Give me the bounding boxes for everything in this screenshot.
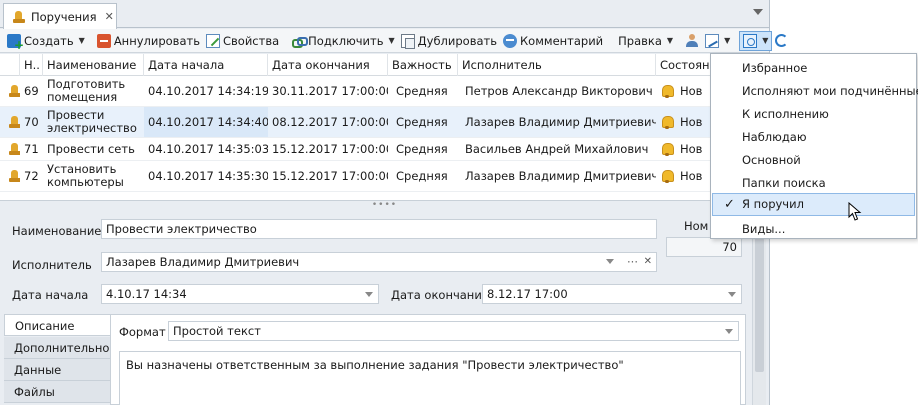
sign-button[interactable]: ▼ — [702, 31, 733, 51]
properties-button[interactable]: Свойства — [203, 31, 282, 51]
user-button[interactable] — [682, 31, 702, 51]
header-executor[interactable]: Исполнитель — [458, 54, 656, 76]
format-dropdown-icon[interactable] — [725, 329, 733, 334]
tab-tasks[interactable]: Поручения ✕ — [3, 3, 117, 29]
duplicate-button[interactable]: Дублировать — [398, 31, 500, 51]
header-icon-column — [0, 54, 20, 76]
start-date-dropdown-icon[interactable] — [365, 292, 373, 297]
close-tab-icon[interactable]: ✕ — [105, 10, 114, 23]
executor-label: Исполнитель — [12, 258, 92, 272]
connect-button[interactable]: Подключить ▼ — [288, 31, 398, 51]
table-row[interactable]: 71 Провести сеть 04.10.2017 14:35:03 15.… — [0, 138, 769, 161]
details-tabs: Описание Дополнительно Данные Файлы — [4, 314, 110, 405]
toolbar: Создать ▼ Аннулировать Свойства Подключи… — [0, 29, 789, 53]
tab-title: Поручения — [31, 9, 97, 24]
menu-item-views[interactable]: Виды... — [712, 218, 915, 241]
tab-description[interactable]: Описание — [4, 314, 110, 336]
task-hand-icon — [4, 161, 20, 191]
menu-item-favorites[interactable]: Избранное — [712, 57, 915, 80]
chevron-down-icon: ▼ — [666, 36, 674, 45]
task-hand-icon — [4, 107, 20, 137]
table-row[interactable]: 69 Подготовить помещения 04.10.2017 14:3… — [0, 76, 769, 107]
executor-value: Лазарев Владимир Дмитриевич — [106, 255, 300, 269]
end-date-label: Дата окончания — [391, 288, 489, 302]
task-hand-icon — [4, 76, 20, 106]
executor-more-icon[interactable]: ··· — [627, 253, 638, 271]
comment-button[interactable]: Комментарий — [500, 31, 606, 51]
mouse-cursor-icon — [848, 202, 862, 221]
table-row[interactable]: 72 Установить компьютеры 04.10.2017 14:3… — [0, 161, 769, 192]
menu-item-search-folders[interactable]: Папки поиска — [712, 172, 915, 195]
start-date-field[interactable]: 4.10.17 14:34 — [101, 284, 379, 304]
menu-item-main[interactable]: Основной — [712, 149, 915, 172]
properties-icon — [205, 33, 220, 48]
tab-additional[interactable]: Дополнительно — [4, 337, 110, 359]
tab-files[interactable]: Файлы — [4, 381, 110, 403]
executor-clear-icon[interactable]: ✕ — [644, 253, 652, 271]
chevron-down-icon: ▼ — [388, 36, 395, 45]
views-button[interactable]: ▼ — [739, 30, 773, 51]
chevron-down-icon: ▼ — [78, 36, 85, 45]
refresh-icon — [775, 34, 789, 47]
tab-list-dropdown-icon[interactable] — [753, 9, 763, 15]
views-dropdown-menu: Избранное Исполняют мои подчинённые К ис… — [710, 53, 918, 241]
menu-item-subordinates[interactable]: Исполняют мои подчинённые — [712, 80, 918, 103]
chevron-down-icon: ▼ — [724, 36, 731, 45]
task-hand-icon — [12, 10, 26, 24]
duplicate-icon — [400, 33, 415, 49]
tab-data[interactable]: Данные — [4, 359, 110, 381]
task-hand-icon — [4, 138, 20, 160]
sign-icon — [705, 33, 720, 48]
description-panel: Формат Простой текст Вы назначены ответс… — [110, 314, 746, 405]
format-select[interactable]: Простой текст — [168, 321, 739, 341]
name-label: Наименование — [12, 224, 102, 238]
edit-menu-button[interactable]: Правка ▼ — [612, 31, 676, 51]
tab-bar: Поручения ✕ — [0, 0, 769, 29]
tasks-window: Поручения ✕ Создать ▼ Аннулировать Свойс… — [0, 0, 789, 405]
refresh-button[interactable] — [772, 31, 791, 51]
user-icon — [685, 33, 699, 48]
executor-dropdown-icon[interactable] — [606, 259, 614, 264]
menu-item-assigned-by-me[interactable]: ✓ Я поручил — [712, 193, 915, 216]
menu-item-to-execute[interactable]: К исполнению — [712, 103, 915, 126]
comment-icon — [503, 33, 518, 48]
number-label: Ном — [684, 219, 709, 233]
task-details-form: Наименование Провести электричество Ном … — [0, 208, 769, 405]
tasks-grid: Н.. Наименование Дата начала Дата оконча… — [0, 54, 769, 200]
annul-button[interactable]: Аннулировать — [94, 31, 203, 51]
bell-icon — [656, 138, 678, 160]
executor-field[interactable]: Лазарев Владимир Дмитриевич ··· ✕ — [101, 252, 657, 272]
start-date-label: Дата начала — [12, 288, 89, 302]
create-button[interactable]: Создать ▼ — [4, 31, 88, 52]
create-icon — [7, 33, 24, 52]
grid-header: Н.. Наименование Дата начала Дата оконча… — [0, 54, 769, 76]
format-label: Формат — [119, 325, 166, 339]
menu-item-watching[interactable]: Наблюдаю — [712, 126, 915, 149]
panel-splitter[interactable]: •••• — [0, 200, 769, 210]
bell-icon — [656, 76, 678, 106]
bell-icon — [656, 161, 678, 191]
chevron-down-icon: ▼ — [762, 36, 769, 45]
header-start-date[interactable]: Дата начала — [144, 54, 268, 76]
header-number[interactable]: Н.. — [20, 54, 43, 76]
views-icon — [743, 33, 758, 48]
name-field[interactable]: Провести электричество — [101, 219, 657, 239]
table-row-selected[interactable]: 70 Провести электричество 04.10.2017 14:… — [0, 107, 769, 138]
end-date-field[interactable]: 8.12.17 17:00 — [482, 284, 742, 304]
header-name[interactable]: Наименование — [43, 54, 144, 76]
annul-icon — [96, 33, 111, 48]
end-date-dropdown-icon[interactable] — [728, 292, 736, 297]
header-end-date[interactable]: Дата окончания — [268, 54, 388, 76]
bell-icon — [656, 107, 678, 137]
check-icon: ✓ — [724, 197, 735, 212]
connect-icon — [291, 34, 309, 48]
description-textarea[interactable]: Вы назначены ответственным за выполнение… — [119, 351, 741, 405]
header-priority[interactable]: Важность — [388, 54, 458, 76]
